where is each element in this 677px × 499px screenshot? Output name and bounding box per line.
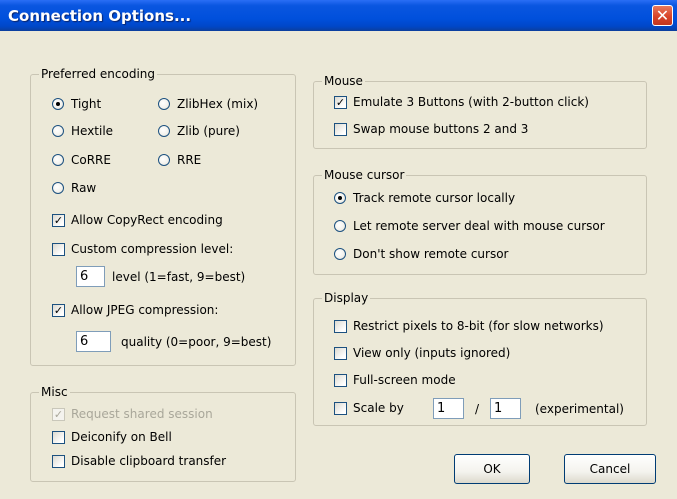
swap-mouse-buttons-label: Swap mouse buttons 2 and 3 bbox=[353, 122, 529, 136]
jpeg-quality-hint: quality (0=poor, 9=best) bbox=[121, 335, 272, 349]
scale-denominator-input[interactable]: 1 bbox=[490, 398, 521, 419]
scale-experimental-note: (experimental) bbox=[535, 402, 624, 416]
radio-indicator bbox=[52, 154, 64, 166]
encoding-zlib-label: Zlib (pure) bbox=[177, 124, 240, 138]
ok-button[interactable]: OK bbox=[454, 454, 530, 484]
scale-separator: / bbox=[475, 402, 480, 416]
checkbox-indicator bbox=[334, 402, 347, 415]
radio-indicator bbox=[158, 154, 170, 166]
encoding-raw-label: Raw bbox=[71, 181, 97, 195]
view-only-label: View only (inputs ignored) bbox=[353, 346, 511, 360]
checkbox-indicator bbox=[52, 431, 65, 444]
checkmark-icon: ✓ bbox=[52, 214, 65, 227]
close-icon: ✕ bbox=[655, 6, 670, 25]
checkmark-icon: ✓ bbox=[52, 408, 65, 421]
radio-indicator bbox=[158, 98, 170, 110]
scale-numerator-input[interactable]: 1 bbox=[433, 398, 464, 419]
cursor-remote-server-label: Let remote server deal with mouse cursor bbox=[353, 219, 605, 233]
radio-indicator bbox=[52, 125, 64, 137]
display-legend: Display bbox=[322, 291, 371, 306]
encoding-corre-label: CoRRE bbox=[71, 153, 111, 167]
jpeg-quality-input[interactable]: 6 bbox=[76, 331, 111, 352]
cancel-button[interactable]: Cancel bbox=[564, 454, 656, 484]
checkbox-indicator bbox=[334, 320, 347, 333]
checkmark-icon: ✓ bbox=[334, 96, 347, 109]
radio-indicator bbox=[334, 192, 346, 204]
encoding-tight-label: Tight bbox=[71, 97, 102, 111]
radio-indicator bbox=[52, 182, 64, 194]
mouse-group: Mouse bbox=[313, 74, 647, 149]
encoding-hextile-label: Hextile bbox=[71, 124, 114, 138]
mouse-cursor-legend: Mouse cursor bbox=[322, 168, 407, 183]
radio-indicator bbox=[334, 220, 346, 232]
window-title: Connection Options... bbox=[8, 7, 192, 25]
checkbox-indicator bbox=[334, 123, 347, 136]
radio-indicator bbox=[334, 248, 346, 260]
encoding-rre-label: RRE bbox=[177, 153, 202, 167]
disable-clipboard-label: Disable clipboard transfer bbox=[71, 454, 227, 468]
checkbox-indicator bbox=[334, 347, 347, 360]
compression-level-hint: level (1=fast, 9=best) bbox=[112, 270, 246, 284]
mouse-legend: Mouse bbox=[322, 74, 365, 89]
compression-level-input[interactable]: 6 bbox=[76, 266, 105, 287]
checkmark-icon: ✓ bbox=[52, 304, 65, 317]
close-button[interactable]: ✕ bbox=[652, 5, 673, 26]
allow-copyrect-label: Allow CopyRect encoding bbox=[71, 213, 223, 227]
allow-jpeg-label: Allow JPEG compression: bbox=[71, 303, 219, 317]
restrict-8bit-label: Restrict pixels to 8-bit (for slow netwo… bbox=[353, 319, 604, 333]
checkbox-indicator bbox=[52, 455, 65, 468]
connection-options-dialog: Connection Options... ✕ Preferred encodi… bbox=[0, 0, 677, 499]
cursor-dont-show-label: Don't show remote cursor bbox=[353, 247, 509, 261]
full-screen-label: Full-screen mode bbox=[353, 373, 456, 387]
preferred-encoding-legend: Preferred encoding bbox=[39, 67, 157, 82]
emulate-3-buttons-label: Emulate 3 Buttons (with 2-button click) bbox=[353, 95, 589, 109]
encoding-zlibhex-label: ZlibHex (mix) bbox=[177, 97, 259, 111]
radio-indicator bbox=[52, 98, 64, 110]
radio-indicator bbox=[158, 125, 170, 137]
scale-by-label: Scale by bbox=[353, 401, 404, 415]
request-shared-session-label: Request shared session bbox=[71, 407, 213, 421]
checkbox-indicator bbox=[52, 243, 65, 256]
title-bar[interactable]: Connection Options... ✕ bbox=[0, 0, 677, 31]
custom-compression-label: Custom compression level: bbox=[71, 242, 234, 256]
misc-legend: Misc bbox=[39, 385, 70, 400]
cursor-track-locally-label: Track remote cursor locally bbox=[353, 191, 516, 205]
checkbox-indicator bbox=[334, 374, 347, 387]
deiconify-bell-label: Deiconify on Bell bbox=[71, 430, 172, 444]
